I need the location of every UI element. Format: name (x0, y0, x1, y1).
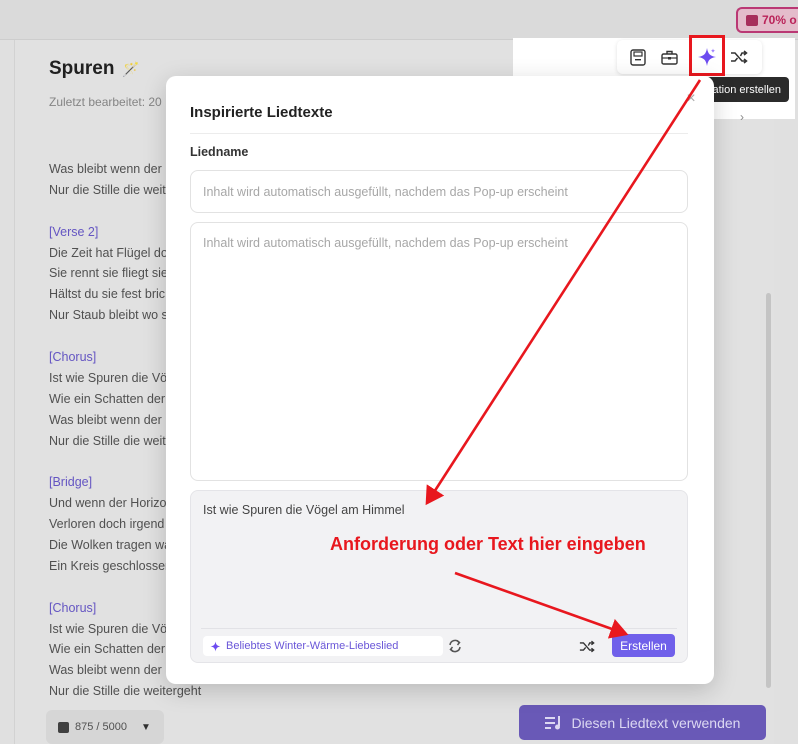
last-edited-text: Zuletzt bearbeitet: 20 (49, 95, 162, 109)
close-icon[interactable]: × (680, 88, 702, 110)
song-name-input[interactable] (190, 170, 688, 213)
save-icon (630, 48, 646, 66)
prompt-box[interactable]: Ist wie Spuren die Vögel am Himmel Belie… (190, 490, 688, 663)
shuffle-icon (579, 640, 595, 652)
song-name-label: Liedname (190, 145, 249, 159)
sparkle-icon (210, 641, 221, 651)
top-bar (0, 0, 798, 40)
shuffle-toolbar-button[interactable] (725, 43, 753, 71)
annotation-text: Anforderung oder Text hier eingeben (330, 534, 646, 554)
create-button[interactable]: Erstellen (612, 634, 675, 657)
refresh-icon (449, 639, 461, 653)
prompt-input[interactable]: Ist wie Spuren die Vögel am Himmel (203, 503, 404, 517)
gift-icon (746, 14, 758, 26)
lyrics-textarea[interactable] (190, 222, 688, 481)
chevron-down-icon: ▼ (141, 721, 151, 733)
scrollbar[interactable] (766, 293, 771, 688)
shuffle-icon (731, 50, 748, 64)
suggestion-label: Beliebtes Winter-Wärme-Liebeslied (226, 640, 399, 652)
shuffle-button[interactable] (577, 636, 597, 656)
promo-label: 70% o (762, 13, 797, 27)
inspired-lyrics-dialog: Inspirierte Liedtexte × Liedname Ist wie… (166, 76, 714, 684)
use-lyrics-button[interactable]: Diesen Liedtext verwenden (519, 705, 766, 740)
music-list-icon (544, 715, 560, 729)
highlight-box (689, 35, 725, 76)
character-counter[interactable]: 875 / 5000 ▼ (46, 710, 164, 744)
counter-value: 875 / 5000 (75, 721, 127, 733)
suggestion-chip[interactable]: Beliebtes Winter-Wärme-Liebeslied (203, 636, 443, 656)
chevron-right-icon[interactable]: › (740, 110, 744, 124)
promo-badge[interactable]: 70% o (736, 7, 798, 33)
magic-wand-icon[interactable]: 🪄 (122, 61, 139, 78)
song-title: Spuren (49, 58, 115, 79)
dialog-title: Inspirierte Liedtexte (190, 104, 333, 121)
toolbox-button[interactable] (655, 43, 683, 71)
counter-icon (58, 721, 69, 733)
lyrics-line: Nur die Stille die weitergeht (49, 684, 202, 699)
divider (201, 628, 677, 629)
refresh-button[interactable] (445, 636, 465, 656)
divider (190, 133, 688, 134)
use-lyrics-label: Diesen Liedtext verwenden (571, 714, 741, 731)
save-button[interactable] (624, 43, 652, 71)
toolbox-icon (660, 50, 678, 65)
